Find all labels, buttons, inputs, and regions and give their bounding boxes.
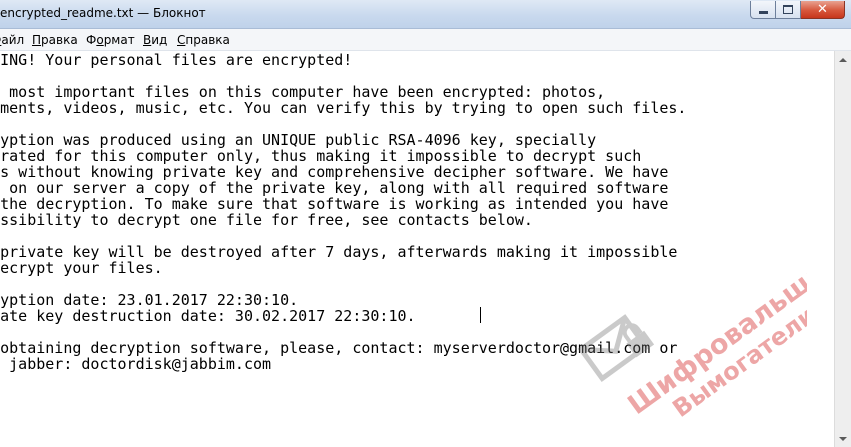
scroll-up-arrow-icon [839, 57, 847, 62]
scroll-up-button[interactable] [835, 51, 851, 68]
document-line[interactable]: documents, videos, music, etc. You can v… [0, 99, 686, 117]
document-line[interactable]: WARNING! Your personal files are encrypt… [0, 51, 352, 69]
minimize-icon [758, 11, 768, 14]
menu-help-rest: правка [185, 33, 230, 47]
menu-bar: Файл Правка Формат Вид Справка [0, 29, 851, 51]
document-line[interactable]: Private key destruction date: 30.02.2017… [0, 307, 416, 325]
menu-edit-accel: П [32, 33, 42, 47]
menu-edit-rest: равка [41, 33, 78, 47]
menu-view-rest: ид [151, 33, 168, 47]
text-editor-area[interactable]: WARNING! Your personal files are encrypt… [0, 51, 834, 447]
menu-format-accel: о [96, 33, 104, 47]
title-bar[interactable]: encrypted_readme.txt — Блокнот ✕ [0, 0, 851, 29]
menu-format-prefix: Ф [86, 33, 97, 47]
window-title: encrypted_readme.txt — Блокнот [0, 6, 206, 20]
menu-help[interactable]: Справка [177, 33, 230, 47]
document-line[interactable]: a possibility to decrypt one file for fr… [0, 211, 533, 229]
menu-edit[interactable]: Правка [32, 33, 78, 47]
scroll-down-button[interactable] [835, 430, 851, 447]
menu-format-rest: рмат [103, 33, 135, 47]
document-line[interactable]: to decrypt your files. [0, 259, 163, 277]
watermark-line2: Вымогатели [667, 301, 807, 423]
maximize-button[interactable] [776, 1, 801, 19]
menu-format[interactable]: Формат [86, 33, 135, 47]
document-text[interactable]: WARNING! Your personal files are encrypt… [0, 52, 686, 372]
maximize-icon [783, 5, 793, 14]
menu-view[interactable]: Вид [143, 33, 167, 47]
close-button[interactable]: ✕ [801, 1, 845, 19]
close-icon: ✕ [817, 2, 828, 17]
minimize-button[interactable] [750, 1, 776, 19]
text-caret [480, 307, 481, 323]
menu-view-accel: В [143, 33, 152, 47]
menu-file[interactable]: Файл [0, 33, 24, 47]
menu-file-rest: айл [1, 33, 25, 47]
vertical-scrollbar[interactable] [834, 51, 851, 447]
document-line[interactable]: XMPP jabber: doctordisk@jabbim.com [0, 355, 271, 373]
scroll-down-arrow-icon [839, 436, 847, 441]
window-controls: ✕ [750, 1, 845, 20]
